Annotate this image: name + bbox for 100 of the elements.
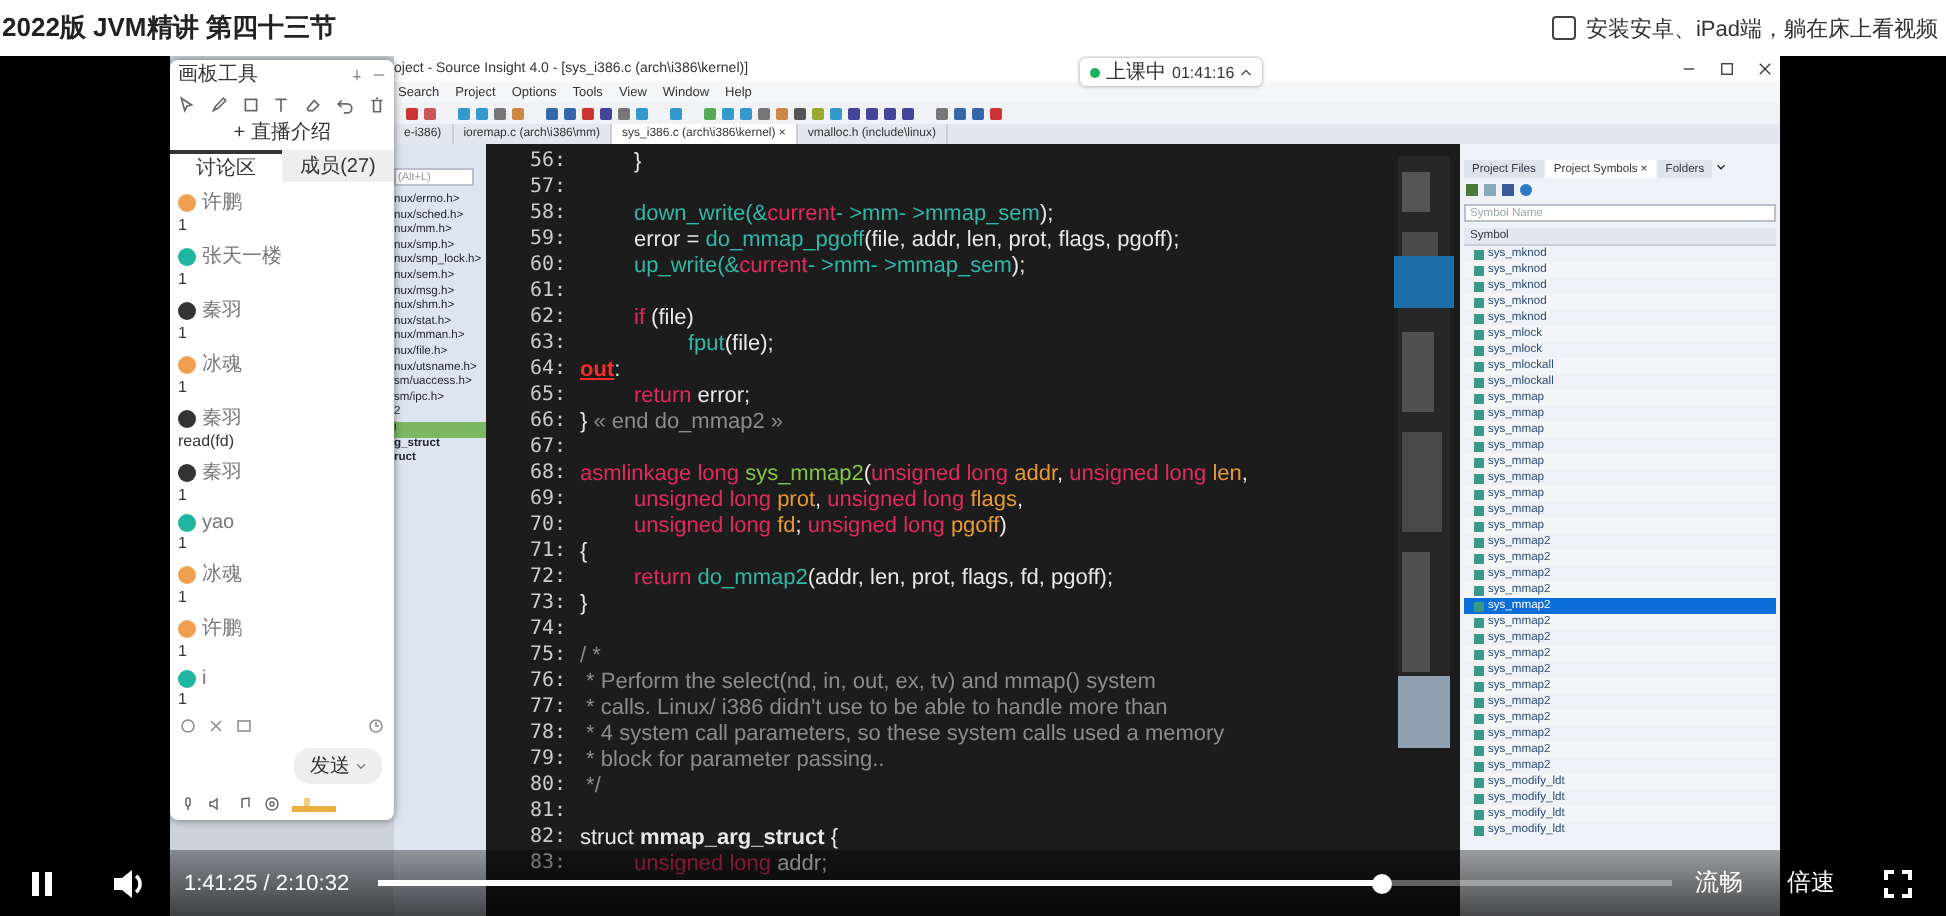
rectangle-icon[interactable] — [241, 95, 260, 113]
close-icon[interactable] — [1758, 62, 1772, 76]
line-number: 76: — [530, 670, 569, 692]
line-number: 65: — [530, 384, 569, 406]
user-name: 张天一楼 — [202, 243, 282, 271]
line-number: 73: — [530, 592, 569, 614]
code-line: return do_mmap2(addr, len, prot, flags, fd, pgoff); — [632, 565, 1114, 589]
target-icon[interactable] — [264, 796, 280, 813]
user-name: 许鹏 — [202, 616, 242, 643]
code-line: * block for parameter passing.. — [584, 747, 885, 771]
code-line: * 4 system call parameters, so these system calls used a memory — [584, 721, 1225, 745]
line-number: 56: — [530, 150, 569, 172]
line-number: 80: — [530, 774, 569, 796]
code-line: * Perform the select(nd, in, out, ex, tv) and mmap() system — [584, 669, 1156, 693]
line-number: 70: — [530, 514, 569, 536]
code-line: up_write(&current- >mm- >mmap_sem); — [632, 253, 1026, 277]
live-intro-link[interactable]: + 直播介绍 — [233, 118, 331, 151]
line-number: 81: — [530, 800, 569, 822]
message-text: 1 — [178, 270, 189, 291]
message-text: 1 — [178, 690, 189, 711]
panel-title: 画板工具 — [178, 61, 258, 89]
message-text: 1 — [178, 588, 189, 609]
send-button[interactable]: 发送 — [294, 748, 382, 785]
line-number: 67: — [530, 436, 569, 458]
quality-button[interactable]: 流畅 — [1695, 866, 1744, 900]
chat-tab[interactable]: 讨论区 — [170, 150, 282, 183]
eraser-icon[interactable] — [304, 95, 323, 113]
user-name: 秦羽 — [202, 460, 242, 487]
code-line: asmlinkage long sys_mmap2(unsigned long addr, unsigned long len, — [580, 461, 1248, 485]
line-number: 77: — [530, 696, 569, 718]
user-name: 冰魂 — [202, 351, 242, 379]
level-meter-icon — [292, 796, 336, 813]
checkbox-label: 安装安卓、iPad端，躺在床上看视频 — [1585, 15, 1938, 43]
line-number: 62: — [530, 306, 569, 328]
line-number: 79: — [530, 748, 569, 770]
cursor-icon[interactable] — [178, 95, 196, 113]
code-line: unsigned long prot, unsigned long flags, — [632, 487, 1024, 511]
undo-icon[interactable] — [336, 95, 355, 113]
pause-button[interactable] — [28, 869, 56, 897]
message-text: 1 — [178, 324, 189, 345]
text-icon[interactable] — [272, 95, 291, 113]
line-number: 82: — [530, 826, 569, 848]
code-line: error = do_mmap_pgoff(file, addr, len, prot, flags, pgoff); — [632, 227, 1180, 251]
code-line: out: — [580, 357, 621, 381]
line-number: 74: — [530, 618, 569, 640]
line-number: 64: — [530, 358, 569, 380]
line-number: 75: — [530, 644, 569, 666]
clock-icon[interactable] — [368, 717, 384, 734]
code-line: return error; — [632, 383, 751, 407]
user-name: 秦羽 — [202, 298, 242, 325]
code-line: } — [580, 591, 588, 615]
pen-icon[interactable] — [209, 95, 228, 113]
checkbox[interactable] — [1551, 16, 1576, 40]
line-number: 61: — [530, 280, 569, 302]
message-text: 1 — [178, 216, 189, 237]
code-line: * calls. Linux/ i386 didn't use to be able to handle more than — [584, 695, 1168, 719]
user-name: 许鹏 — [202, 190, 242, 217]
line-number: 71: — [530, 540, 569, 562]
user-name: 秦羽 — [202, 406, 242, 433]
code-line: unsigned long addr; — [632, 851, 828, 875]
code-line: { — [580, 539, 588, 563]
code-line: struct mmap_arg_struct { — [580, 825, 839, 849]
line-number: 59: — [530, 228, 569, 250]
image-icon[interactable] — [236, 717, 252, 734]
message-text: 1 — [178, 534, 189, 555]
speed-button[interactable]: 倍速 — [1787, 866, 1836, 900]
message-text: 1 — [178, 486, 189, 507]
line-number: 66: — [530, 410, 569, 432]
code-line: if (file) — [632, 305, 694, 329]
fullscreen-icon[interactable] — [1883, 869, 1912, 897]
line-number: 58: — [530, 202, 569, 224]
minimize-icon[interactable] — [1682, 62, 1696, 76]
volume-icon[interactable] — [112, 867, 148, 899]
course-title: 2022版 JVM精讲 第四十三节 — [2, 10, 336, 46]
code-line: / * — [580, 643, 601, 667]
code-line: unsigned long fd; unsigned long pgoff) — [632, 513, 1007, 537]
message-text: 1 — [178, 378, 189, 399]
maximize-icon[interactable] — [1720, 62, 1734, 76]
code-line: down_write(&current- >mm- >mmap_sem); — [632, 201, 1054, 225]
minimap-drawing[interactable] — [1394, 152, 1454, 752]
pin-icon[interactable] — [350, 67, 364, 82]
recording-badge: 上课中 01:41:16 — [1080, 58, 1263, 86]
line-number: 78: — [530, 722, 569, 744]
trash-icon[interactable] — [367, 95, 386, 113]
playback-time: 1:41:25 / 2:10:32 — [184, 871, 350, 895]
code-line: } « end do_mmap2 » — [580, 409, 784, 433]
user-name: yao — [202, 512, 235, 535]
message-text: 1 — [178, 642, 189, 663]
chat-tab[interactable]: 成员(27) — [282, 150, 394, 183]
speaker-icon[interactable] — [208, 796, 224, 813]
line-number: 69: — [530, 488, 569, 510]
line-number: 57: — [530, 176, 569, 198]
caret-icon[interactable] — [1714, 160, 1729, 174]
caret-icon[interactable] — [1240, 66, 1253, 78]
code-line: } — [632, 149, 642, 173]
user-name: 冰魂 — [202, 561, 242, 589]
user-name: i — [202, 668, 207, 691]
scissors-icon[interactable] — [208, 717, 224, 734]
message-text: read(fd) — [178, 432, 237, 453]
microphone-icon[interactable] — [180, 796, 196, 813]
